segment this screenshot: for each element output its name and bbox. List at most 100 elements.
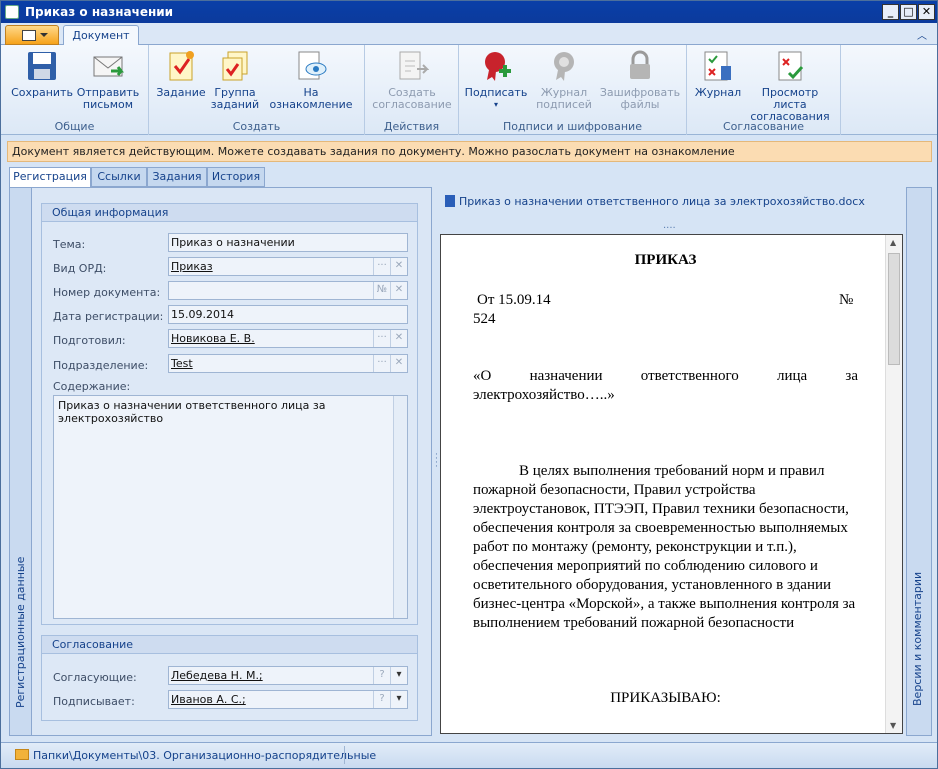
encrypt-files-button[interactable]: Зашифровать файлы	[599, 49, 681, 111]
folder-path[interactable]: Папки\Документы\03. Организационно-распо…	[33, 749, 376, 762]
dropdown-icon[interactable]: ▾	[390, 667, 407, 684]
document-scrollbar[interactable]: ▲ ▼	[885, 235, 902, 733]
approvers-field[interactable]: Лебедева Н. М.; ? ▾	[168, 666, 408, 685]
registration-panel: Регистрационные данные Общая информация …	[9, 187, 432, 736]
content-scrollbar[interactable]	[393, 396, 407, 618]
ord-type-label: Вид ОРД:	[53, 262, 107, 275]
document-viewer[interactable]: ПРИКАЗ От 15.09.14 № 524 «О назначении о…	[440, 234, 903, 734]
dropdown-icon[interactable]: ▾	[390, 691, 407, 708]
signer-label: Подписывает:	[53, 695, 135, 708]
scroll-thumb[interactable]	[888, 253, 900, 365]
help-icon[interactable]: ?	[373, 691, 390, 708]
sign-ribbon-icon	[485, 52, 511, 81]
subject-label: Тема:	[53, 238, 86, 251]
approval-sheet-icon	[778, 51, 804, 81]
group-label-actions: Действия	[383, 120, 440, 133]
tab-history[interactable]: История	[207, 167, 265, 187]
approval-title: Согласование	[42, 636, 417, 654]
subject-field[interactable]: Приказ о назначении	[168, 233, 408, 252]
group-label-signatures: Подписи и шифрование	[503, 120, 642, 133]
journal-button[interactable]: Журнал	[693, 49, 743, 99]
collapse-ribbon-icon[interactable]: ︿	[917, 27, 927, 42]
versions-comments-label: Версии и комментарии	[911, 571, 924, 706]
department-label: Подразделение:	[53, 359, 149, 372]
tab-registration[interactable]: Регистрация	[9, 167, 91, 188]
info-message-bar: Документ является действующим. Можете со…	[7, 141, 932, 162]
group-approval: Журнал Просмотр листа согласования Согла…	[687, 45, 841, 135]
resize-handle[interactable]: ····	[663, 223, 676, 234]
signature-log-icon	[554, 52, 574, 81]
familiarization-button[interactable]: На ознакомление	[263, 49, 359, 111]
group-label-approval: Согласование	[722, 120, 805, 133]
help-icon[interactable]: ?	[373, 667, 390, 684]
doc-heading: ПРИКАЗ	[634, 252, 697, 268]
prepared-by-field[interactable]: Новикова Е. В. ··· ✕	[168, 329, 408, 348]
ribbon: Сохранить Отправить письмом Общие Задани…	[1, 45, 937, 135]
status-separator	[344, 746, 345, 764]
ellipsis-icon[interactable]: ···	[373, 355, 390, 372]
save-button[interactable]: Сохранить	[9, 49, 75, 99]
registration-data-label: Регистрационные данные	[14, 556, 27, 708]
content-textarea[interactable]: Приказ о назначении ответственного лица …	[53, 395, 408, 619]
group-signatures: Подписать ▾ Журнал подписей Зашифровать …	[459, 45, 687, 135]
registration-data-side-tab[interactable]: Регистрационные данные	[10, 188, 32, 735]
journal-icon	[704, 51, 731, 81]
view-approval-sheet-button[interactable]: Просмотр листа согласования	[745, 49, 835, 123]
doc-number-label: Номер документа:	[53, 286, 161, 299]
minimize-button[interactable]: _	[882, 4, 899, 20]
ellipsis-icon[interactable]: ···	[373, 330, 390, 347]
ribbon-tabs: Документ ︿	[1, 23, 937, 46]
signature-log-button[interactable]: Журнал подписей	[531, 49, 597, 111]
group-label-create: Создать	[232, 120, 281, 133]
status-bar: Папки\Документы\03. Организационно-распо…	[1, 742, 937, 768]
versions-comments-side-tab[interactable]: Версии и комментарии	[906, 187, 932, 736]
doc-number: 524	[473, 311, 496, 327]
task-icon	[169, 51, 194, 81]
envelope-icon	[93, 56, 124, 77]
general-info-section: Общая информация Тема: Приказ о назначен…	[41, 203, 418, 625]
clear-icon[interactable]: ✕	[390, 258, 407, 275]
doc-body: В целях выполнения требований норм и пра…	[473, 463, 856, 631]
file-name[interactable]: Приказ о назначении ответственного лица …	[459, 195, 865, 208]
number-icon[interactable]: №	[373, 282, 390, 299]
doc-number-sign: №	[839, 292, 854, 308]
application-menu-button[interactable]	[5, 25, 59, 45]
clear-icon[interactable]: ✕	[390, 330, 407, 347]
tab-document[interactable]: Документ	[63, 25, 139, 46]
app-icon	[5, 5, 19, 19]
task-group-button[interactable]: Группа заданий	[207, 49, 263, 111]
tab-tasks[interactable]: Задания	[147, 167, 207, 187]
approval-section: Согласование Согласующие: Лебедева Н. М.…	[41, 635, 418, 721]
clear-icon[interactable]: ✕	[390, 355, 407, 372]
eye-document-icon	[298, 51, 327, 80]
group-actions: Создать согласование Действия	[365, 45, 459, 135]
approval-icon	[399, 51, 429, 80]
task-button[interactable]: Задание	[155, 49, 207, 99]
prepared-by-label: Подготовил:	[53, 334, 126, 347]
reg-date-field[interactable]: 15.09.2014	[168, 305, 408, 324]
approvers-label: Согласующие:	[53, 671, 137, 684]
doc-subject: «О назначении ответственного лица за эле…	[473, 368, 858, 403]
group-create: Задание Группа заданий На ознакомление С…	[149, 45, 365, 135]
signer-field[interactable]: Иванов А. С.; ? ▾	[168, 690, 408, 709]
close-button[interactable]: ✕	[918, 4, 935, 20]
general-info-title: Общая информация	[42, 204, 417, 222]
ord-type-field[interactable]: Приказ ··· ✕	[168, 257, 408, 276]
title-bar: Приказ о назначении _ □ ✕	[1, 1, 937, 23]
sign-button[interactable]: Подписать ▾	[463, 49, 529, 111]
tab-links[interactable]: Ссылки	[91, 167, 147, 187]
ellipsis-icon[interactable]: ···	[373, 258, 390, 275]
doc-order: ПРИКАЗЫВАЮ:	[610, 690, 721, 706]
window-title: Приказ о назначении	[25, 5, 174, 19]
maximize-button[interactable]: □	[900, 4, 917, 20]
app-window: Приказ о назначении _ □ ✕ Документ ︿ Сох…	[0, 0, 938, 769]
lock-icon	[630, 50, 650, 79]
clear-icon[interactable]: ✕	[390, 282, 407, 299]
doc-number-field[interactable]: № ✕	[168, 281, 408, 300]
create-approval-button[interactable]: Создать согласование	[371, 49, 453, 111]
send-mail-button[interactable]: Отправить письмом	[75, 49, 141, 111]
department-field[interactable]: Test ··· ✕	[168, 354, 408, 373]
doc-date: От 15.09.14	[477, 292, 551, 308]
task-group-icon	[222, 51, 248, 81]
content-label: Содержание:	[53, 380, 131, 393]
